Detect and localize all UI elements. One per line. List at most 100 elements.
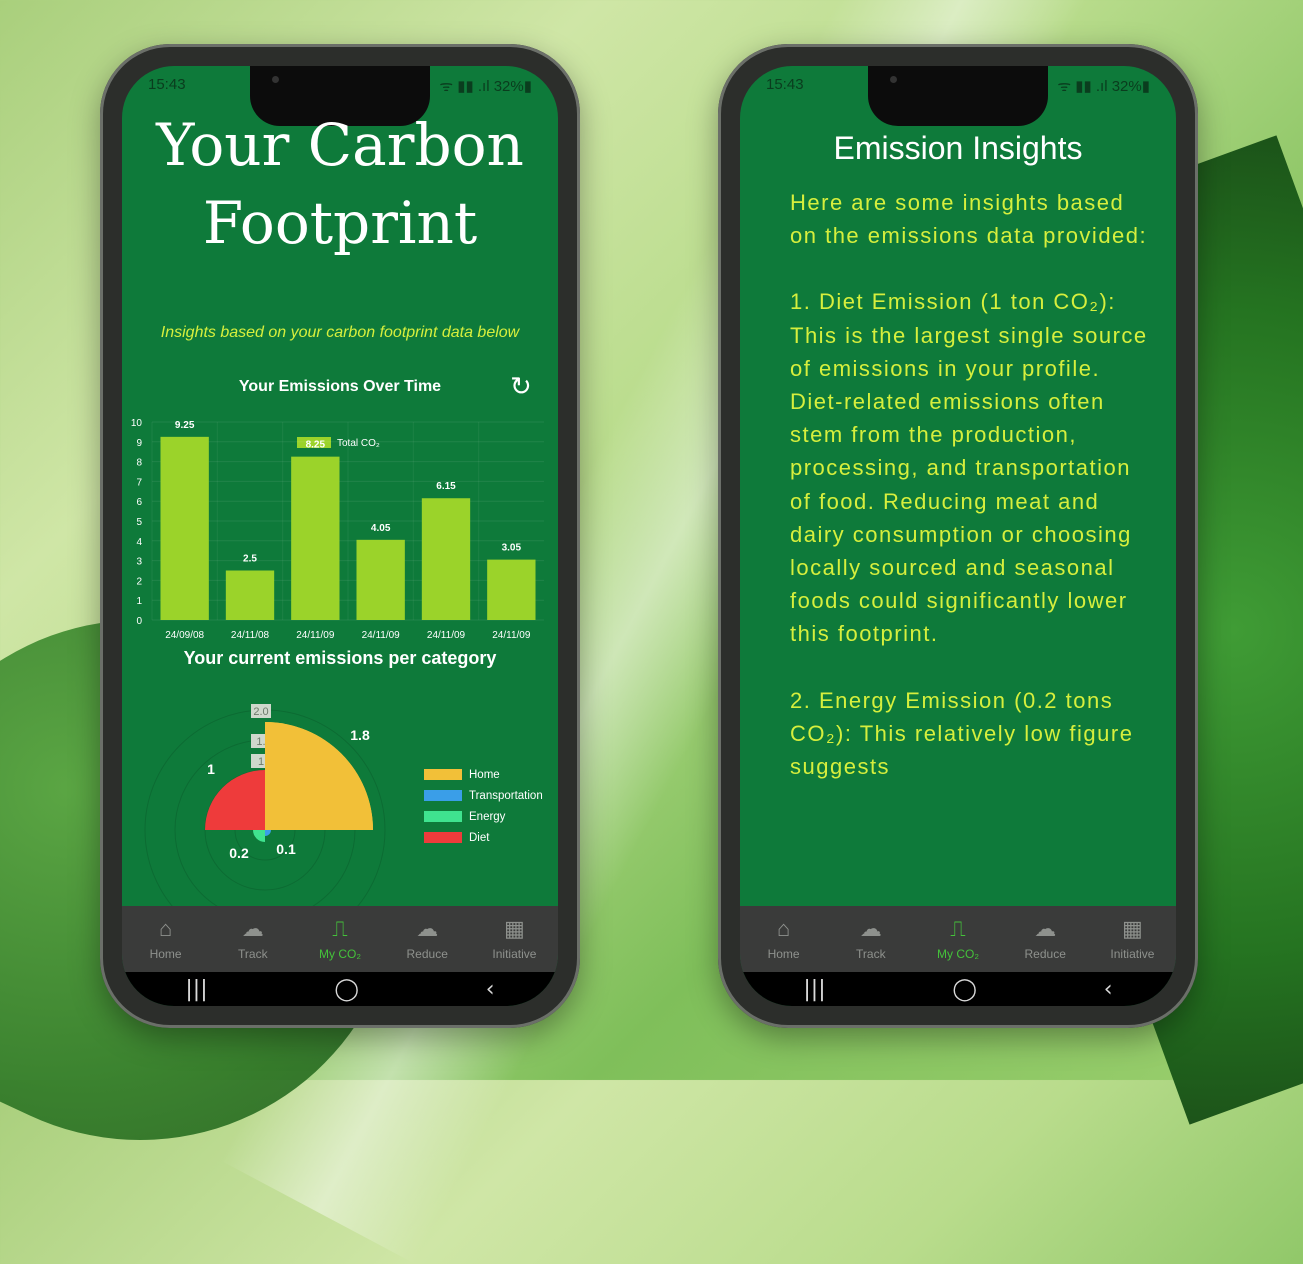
y-tick-label: 6 [136,497,142,508]
status-time: 15:43 [766,76,804,93]
nav-label: Initiative [492,947,537,961]
insight-paragraph: 2. Energy Emission (0.2 tons CO₂): This … [790,687,1134,780]
category-polar-chart: 1.8 0.1 0.2 1 2.0 1. 1 [144,704,386,906]
bar-value-label: 8.25 [306,440,326,451]
screen-carbon-footprint: 15:43 ᯤ ▮▮ .ıl 32%▮ Your Carbon Footprin… [122,66,558,1006]
nav-label: Reduce [1024,947,1066,961]
nav-label: My CO₂ [937,947,979,961]
nav-reduce[interactable]: ☁ Reduce [1002,906,1089,972]
page-title-line2: Footprint [202,189,478,257]
y-tick-label: 1 [136,596,142,607]
category-legend: Home Transportation Energy Diet [424,764,543,848]
back-icon[interactable]: ‹ [486,977,495,1002]
y-tick-label: 5 [136,517,142,528]
insights-title: Emission Insights [833,130,1083,166]
refresh-icon[interactable]: ↻ [510,372,532,402]
bottom-nav: ⌂ Home ☁ Track ⎍ My CO₂ ☁ Reduce ▦ Initiative [122,906,558,972]
camera-icon [272,76,279,83]
bar-value-label: 2.5 [243,554,257,565]
cloud-reduce-icon: ☁ [416,916,439,941]
legend-label: Home [469,768,500,781]
page-title-line1: Your Carbon [156,111,524,179]
legend-item-home[interactable]: Home [424,764,543,785]
nav-track[interactable]: ☁ Track [209,906,296,972]
nav-initiative[interactable]: ▦ Initiative [471,906,558,972]
legend-label: Energy [469,810,506,823]
x-tick-label: 24/11/09 [492,630,531,641]
x-tick-label: 24/11/09 [362,630,401,641]
legend-label: Transportation [469,789,543,802]
bar [291,456,340,620]
y-tick-label: 3 [136,557,142,568]
y-tick-label: 0 [136,616,142,627]
slice-value-label: 1 [207,761,215,777]
x-tick-label: 24/11/09 [296,630,335,641]
legend-item-diet[interactable]: Diet [424,827,543,848]
legend-item-energy[interactable]: Energy [424,806,543,827]
nav-label: Track [856,947,886,961]
legend-item-transportation[interactable]: Transportation [424,785,543,806]
radial-tick-label: 2.0 [253,706,268,718]
recent-apps-icon[interactable]: ||| [185,977,207,1002]
status-indicators: ᯤ ▮▮ .ıl 32%▮ [439,78,532,95]
slice-energy [253,830,265,842]
x-tick-label: 24/11/09 [427,630,466,641]
chart-title: Your Emissions Over Time [238,378,442,395]
nav-my-co[interactable]: ⎍ My CO₂ [914,906,1001,972]
status-indicators: ᯤ ▮▮ .ıl 32%▮ [1057,78,1150,95]
legend-swatch [424,832,462,843]
slice-value-label: 0.2 [229,845,249,861]
legend-swatch [424,769,462,780]
y-tick-label: 4 [136,537,142,548]
slice-value-label: 0.1 [276,841,296,857]
nav-home[interactable]: ⌂ Home [122,906,209,972]
chart-co2-icon: ⎍ [332,916,348,941]
legend-label: Diet [469,831,490,844]
insight-paragraph: 1. Diet Emission (1 ton CO₂): This is th… [790,289,1148,647]
nav-reduce[interactable]: ☁ Reduce [384,906,471,972]
bar-value-label: 4.05 [371,523,391,534]
home-circle-icon[interactable]: ◯ [952,977,977,1002]
phone-left: 15:43 ᯤ ▮▮ .ıl 32%▮ Your Carbon Footprin… [100,44,580,1028]
chart-co2-icon: ⎍ [950,916,966,941]
legend-swatch [424,811,462,822]
nav-my-co[interactable]: ⎍ My CO₂ [296,906,383,972]
x-tick-label: 24/09/08 [165,630,204,641]
calendar-icon: ▦ [1122,916,1143,941]
calendar-icon: ▦ [504,916,525,941]
home-circle-icon[interactable]: ◯ [334,977,359,1002]
x-tick-label: 24/11/08 [231,630,270,641]
back-icon[interactable]: ‹ [1104,977,1113,1002]
nav-label: Home [767,947,800,961]
page-title: Your Carbon Footprint [122,106,558,262]
cloud-co2-icon: ☁ [241,916,264,941]
radial-tick-label: 1. [256,736,265,748]
slice-transportation [265,830,271,836]
insights-body: Here are some insights based on the emis… [790,186,1150,783]
page-subtitle: Insights based on your carbon footprint … [160,324,520,341]
legend-swatch [424,790,462,801]
bar [356,539,405,620]
nav-home[interactable]: ⌂ Home [740,906,827,972]
y-tick-label: 7 [136,477,142,488]
nav-track[interactable]: ☁ Track [827,906,914,972]
nav-initiative[interactable]: ▦ Initiative [1089,906,1176,972]
phone-right: 15:43 ᯤ ▮▮ .ıl 32%▮ Emission Insights He… [718,44,1198,1028]
nav-label: Track [238,947,268,961]
radial-tick-label: 1 [258,756,264,768]
bar [225,570,275,620]
slice-diet [205,770,265,830]
home-icon: ⌂ [158,916,173,941]
recent-apps-icon[interactable]: ||| [803,977,825,1002]
bar [487,559,536,620]
legend-label: Total CO₂ [337,438,380,449]
camera-notch [868,66,1048,126]
bar-value-label: 3.05 [502,543,522,554]
camera-icon [890,76,897,83]
cloud-co2-icon: ☁ [859,916,882,941]
cloud-reduce-icon: ☁ [1034,916,1057,941]
nav-label: My CO₂ [319,947,361,961]
y-tick-label: 10 [131,418,143,429]
home-icon: ⌂ [776,916,791,941]
slice-value-label: 1.8 [350,727,370,743]
